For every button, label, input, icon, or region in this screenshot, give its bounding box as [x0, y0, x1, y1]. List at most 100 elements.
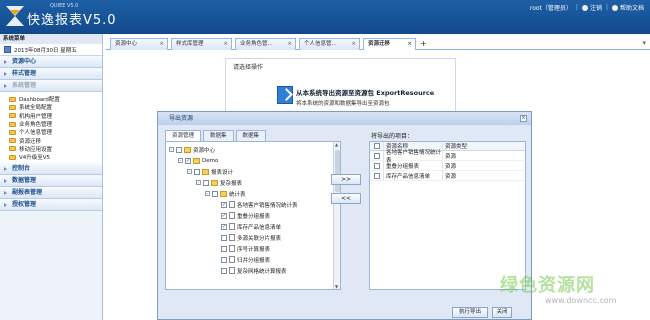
scroll-down-icon[interactable]: ▼ — [335, 284, 338, 289]
tab-resource-migration[interactable]: 资源迁移 × — [363, 38, 416, 50]
tab-personal-info[interactable]: 个人信息管... × — [299, 38, 360, 50]
tree-node-label: 复杂网格统计算报表 — [237, 268, 287, 275]
cell-name: 重叠分组报表 — [383, 161, 442, 170]
sidebar-group-system[interactable]: 系统管理 — [0, 80, 102, 92]
watermark-url: www.downcc.com — [545, 296, 617, 305]
close-icon[interactable]: × — [287, 39, 292, 50]
tree-checkbox[interactable] — [176, 146, 182, 153]
tree-checkbox[interactable] — [221, 267, 227, 274]
report-file-icon — [229, 212, 235, 219]
tree-checkbox[interactable] — [221, 245, 227, 252]
logo-icon — [6, 6, 24, 26]
tree-node-label: 统计表 — [229, 191, 246, 198]
tab-resource-center[interactable]: 资源中心 × — [110, 38, 168, 50]
tree-node[interactable]: - 复杂报表 — [196, 178, 242, 187]
tree-checkbox[interactable] — [203, 179, 209, 186]
move-left-button[interactable]: << — [331, 193, 361, 204]
collapse-toggle-icon[interactable]: - — [178, 158, 183, 163]
sidebar-item-global-config[interactable]: 系统全局配置 — [0, 103, 102, 111]
sidebar-group-console[interactable]: 控制台 — [0, 163, 102, 176]
row-checkbox[interactable] — [373, 162, 380, 169]
tab-label: 样式库管理 — [176, 41, 204, 47]
tree-node[interactable]: - ✓ Demo — [178, 156, 218, 165]
sidebar-group-sub-report[interactable]: 副报表管理 — [0, 187, 102, 200]
tree-checkbox[interactable] — [221, 256, 227, 263]
operation-panel: 请选择操作 从本系统导出资源至资源包 ExportResource 将本系统的资… — [225, 58, 456, 112]
report-file-icon — [229, 256, 235, 263]
collapse-toggle-icon[interactable]: - — [196, 180, 201, 185]
sidebar-group-resource-center[interactable]: 资源中心 — [0, 56, 102, 68]
close-icon[interactable]: × — [520, 115, 527, 122]
sidebar-item-business-roles[interactable]: 业务角色管理 — [0, 120, 102, 128]
sidebar-item-mobile-settings[interactable]: 移动应用设置 — [0, 145, 102, 153]
tab-dataset-2[interactable]: 数据集 — [235, 130, 267, 141]
tab-business-roles[interactable]: 业务角色管... × — [235, 38, 296, 50]
logout-link[interactable]: 注销 — [581, 3, 602, 12]
cell-type: 资源 — [442, 151, 502, 160]
tab-resource-management[interactable]: 资源管理 — [165, 130, 202, 141]
tree-checkbox[interactable]: ✓ — [221, 212, 227, 219]
table-row[interactable]: 库存产品信息清单 资源 — [370, 171, 525, 181]
dialog-header: 导出资源 × — [158, 112, 531, 125]
tree-node[interactable]: - 统计表 — [205, 189, 246, 198]
tree-checkbox[interactable] — [221, 234, 227, 241]
collapse-toggle-icon[interactable]: - — [169, 147, 174, 152]
scroll-up-icon[interactable]: ▲ — [335, 142, 338, 147]
sidebar-item-label: 业务角色管理 — [19, 122, 53, 129]
header-separator: | — [575, 4, 578, 11]
tab-style-library[interactable]: 样式库管理 × — [171, 38, 232, 50]
help-link[interactable]: 帮助文档 — [611, 3, 644, 12]
folder-icon — [9, 104, 16, 110]
close-button[interactable]: 关闭 — [492, 307, 512, 318]
move-right-button[interactable]: >> — [331, 174, 361, 185]
select-all-checkbox[interactable] — [373, 143, 380, 149]
tree-node[interactable]: 复杂网格统计算报表 — [221, 266, 287, 275]
tree-node[interactable]: ✓ 库存产品信息清单 — [221, 222, 281, 231]
scrollbar-thumb[interactable] — [335, 150, 340, 192]
tree-node[interactable]: 多源关联分片报表 — [221, 233, 281, 242]
table-row[interactable]: 各地客户销售情况统计表 资源 — [370, 150, 525, 164]
row-checkbox[interactable] — [373, 172, 380, 179]
tree-checkbox[interactable]: ✓ — [221, 201, 227, 208]
tree-node-label: 归并分组报表 — [237, 257, 271, 264]
sidebar-item-resource-migration[interactable]: 资源迁移 — [0, 136, 102, 145]
sidebar-item-org-users[interactable]: 机构用户管理 — [0, 112, 102, 120]
tree-checkbox[interactable] — [212, 190, 218, 197]
sidebar-item-personal-info[interactable]: 个人信息管理 — [0, 128, 102, 136]
collapse-toggle-icon[interactable]: - — [187, 169, 192, 174]
folder-icon — [9, 129, 16, 135]
user-label: root（管理员） — [529, 5, 572, 12]
tree-node[interactable]: 归并分组报表 — [221, 255, 270, 264]
collapse-toggle-icon[interactable]: - — [205, 191, 210, 196]
export-icon[interactable] — [277, 86, 293, 104]
tree-scrollbar[interactable]: ▲ ▼ — [333, 142, 340, 289]
add-tab-icon[interactable]: + — [420, 38, 427, 49]
tree-checkbox[interactable]: ✓ — [221, 223, 227, 230]
tree-node[interactable]: ✓ 重叠分组报表 — [221, 211, 270, 220]
tree-node[interactable]: 序号计算报表 — [221, 244, 270, 253]
sidebar-item-dashboard[interactable]: Dashboard配置 — [0, 95, 102, 103]
sidebar-group-data[interactable]: 数据管理 — [0, 175, 102, 188]
cell-type: 资源 — [442, 171, 502, 180]
close-icon[interactable]: × — [407, 39, 412, 50]
tree-node[interactable]: ✓ 各地客户销售情况统计表 — [221, 200, 298, 209]
sidebar-item-label: 机构用户管理 — [19, 113, 53, 120]
close-icon[interactable]: × — [223, 39, 228, 50]
table-row[interactable]: 重叠分组报表 资源 — [370, 161, 525, 171]
close-icon[interactable]: × — [351, 39, 356, 50]
sidebar-group-style[interactable]: 样式管理 — [0, 68, 102, 80]
execute-export-button[interactable]: 执行导出 — [452, 307, 488, 318]
tree-node[interactable]: - 资源中心 — [169, 145, 215, 154]
tab-dataset-1[interactable]: 数据集 — [203, 130, 234, 141]
tree-checkbox[interactable] — [194, 168, 200, 175]
tree-checkbox[interactable]: ✓ — [185, 157, 191, 164]
close-icon[interactable]: × — [159, 39, 164, 50]
chevron-down-icon[interactable]: ▾ — [642, 37, 646, 49]
sidebar-item-upgrade[interactable]: V4升级至V5 — [0, 153, 102, 161]
folder-icon — [9, 113, 16, 119]
tree-node[interactable]: - 报表设计 — [187, 167, 233, 176]
sidebar-group-authorization[interactable]: 授权管理 — [0, 199, 102, 212]
export-option-title[interactable]: 从本系统导出资源至资源包 ExportResource — [296, 87, 434, 97]
sidebar-item-label: 移动应用设置 — [19, 146, 53, 153]
row-checkbox[interactable] — [373, 152, 380, 159]
